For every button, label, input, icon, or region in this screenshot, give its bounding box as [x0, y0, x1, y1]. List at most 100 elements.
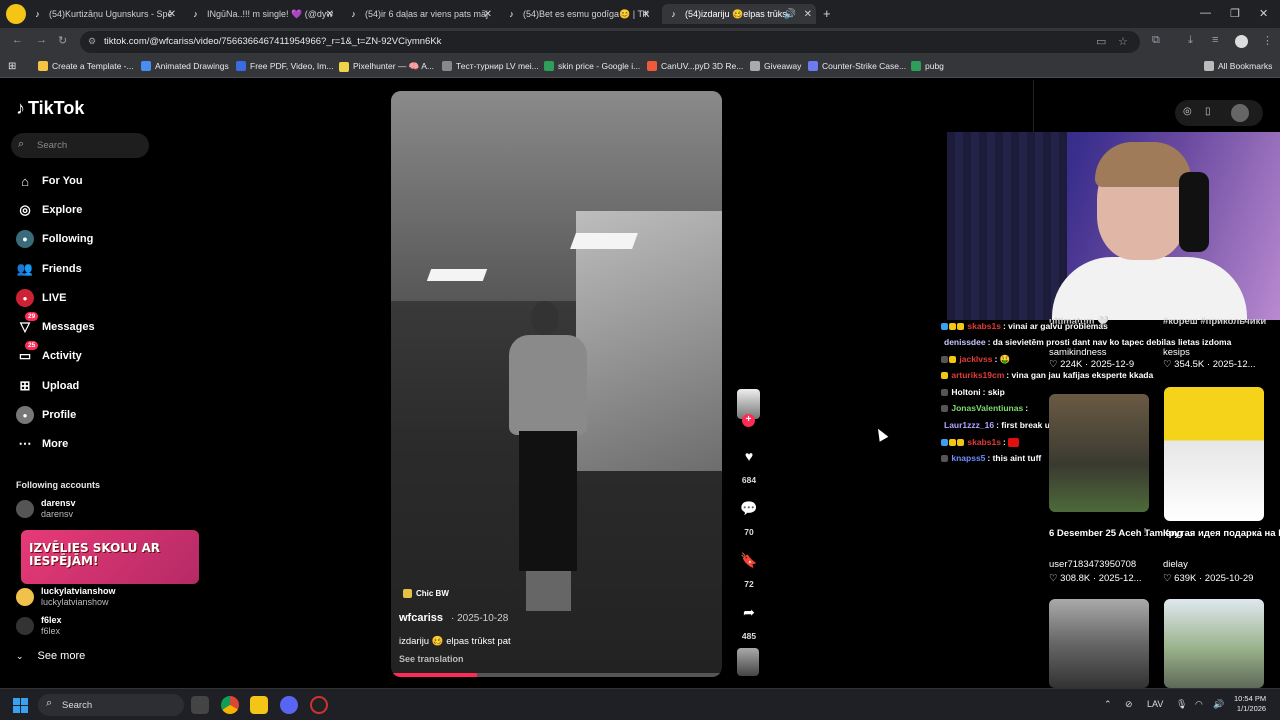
close-icon[interactable]: ✕	[642, 9, 650, 20]
rec-thumbnail[interactable]	[1164, 387, 1264, 521]
search-input[interactable]: ⌕ Search	[11, 133, 149, 158]
chrome-icon[interactable]	[221, 696, 239, 714]
close-icon[interactable]: ✕	[168, 9, 176, 20]
rec-thumbnail[interactable]	[1164, 599, 1264, 688]
account-avatar[interactable]	[1235, 35, 1248, 48]
comment-button[interactable]: 💬 70	[736, 495, 762, 538]
menu-icon[interactable]: ⋮	[1262, 34, 1273, 47]
language-indicator[interactable]: LAV	[1147, 699, 1163, 709]
see-more-button[interactable]: ⌄ See more	[16, 650, 85, 662]
video-author[interactable]: wfcariss	[399, 612, 443, 624]
music-tag[interactable]: Chic BW	[403, 589, 449, 598]
ad-text: IZVĒLIES SKOLU AR IESPĒJĀM!	[29, 541, 161, 568]
tiktok-note-icon: ♪	[16, 98, 25, 118]
download-icon[interactable]: ⤓	[1188, 34, 1193, 47]
windows-start-icon[interactable]	[13, 698, 28, 713]
tray-chevron-icon[interactable]: ⌃	[1104, 699, 1112, 710]
profile-avatar-icon[interactable]	[6, 4, 26, 24]
video-progress-bar[interactable]	[391, 673, 722, 677]
taskbar-search[interactable]: ⌕ Search	[38, 694, 184, 716]
extensions-icon[interactable]: ⧉	[1152, 34, 1160, 47]
site-info-icon[interactable]: ⚙	[88, 36, 96, 47]
user-avatar[interactable]	[1231, 104, 1249, 122]
tiktok-logo[interactable]: ♪ TikTok	[16, 98, 84, 119]
more-options-icon[interactable]: ⋮	[1140, 527, 1150, 538]
bookmark-item[interactable]: Pixelhunter — 🧠 A...	[339, 61, 434, 72]
tab-title: (54)ir 6 daļas ar viens pats māj	[365, 9, 489, 19]
browser-tab[interactable]: ♪ INgūNa..!!! m single! 💜 (@dyw ✕	[190, 4, 338, 24]
install-app-icon[interactable]: ▭	[1096, 35, 1106, 48]
browser-tab[interactable]: ♪ (54)ir 6 daļas ar viens pats māj ✕	[348, 4, 496, 24]
file-explorer-icon[interactable]	[250, 696, 268, 714]
network-icon[interactable]: ⊘	[1125, 699, 1133, 710]
rec-author[interactable]: dielay	[1163, 559, 1188, 570]
nav-friends[interactable]: 👥 Friends	[16, 259, 82, 279]
close-icon[interactable]: ✕	[804, 9, 812, 20]
nav-more[interactable]: ⋯ More	[16, 434, 69, 454]
rec-thumbnail[interactable]	[1049, 394, 1149, 512]
task-view-icon[interactable]	[191, 696, 209, 714]
close-icon[interactable]: ✕	[484, 9, 492, 20]
browser-tab[interactable]: ♪ (54)Kurtizāņu Ugunskurs - Spē ✕	[32, 4, 180, 24]
reload-icon[interactable]: ↻	[58, 34, 67, 47]
rec-thumbnail[interactable]	[1049, 599, 1149, 688]
minimize-icon[interactable]: —	[1200, 7, 1211, 19]
close-window-icon[interactable]: ✕	[1259, 7, 1268, 20]
video-frame-person	[501, 301, 591, 631]
bookmark-item[interactable]: Free PDF, Video, Im...	[236, 61, 333, 71]
like-button[interactable]: ♥ 684	[736, 443, 762, 485]
rec-author[interactable]: user7183473950708	[1049, 559, 1136, 570]
bookmark-item[interactable]: Animated Drawings	[141, 61, 229, 71]
microphone-icon[interactable]: 🎙	[1176, 699, 1187, 710]
more-options-icon[interactable]: ⋮	[1255, 527, 1265, 538]
video-player[interactable]: Chic BW wfcariss · 2025-10-28 izdariju 🥴…	[391, 91, 722, 677]
media-icon[interactable]: ≡	[1212, 34, 1218, 46]
badge-icon	[949, 323, 956, 331]
close-icon[interactable]: 🔊	[784, 9, 796, 20]
bookmark-item[interactable]: CanUV...pyD 3D Re...	[647, 61, 743, 71]
nav-profile[interactable]: ● Profile	[16, 405, 76, 425]
browser-tab-active[interactable]: ♪ (54)izdariju 🥴elpas trūkst 🔊 ✕	[662, 4, 816, 24]
url-field[interactable]: ⚙ tiktok.com/@wfcariss/video/75663664674…	[80, 31, 1140, 53]
bookmark-item[interactable]: Create a Template -...	[38, 61, 134, 71]
nav-messages[interactable]: ▽ 29 Messages	[16, 312, 95, 337]
save-button[interactable]: 🔖 72	[736, 547, 762, 590]
new-tab-button[interactable]: +	[823, 6, 831, 21]
restore-icon[interactable]: ❐	[1230, 7, 1240, 20]
wifi-icon[interactable]: ◠	[1195, 699, 1203, 710]
acoustic-panel	[947, 132, 1067, 320]
taskbar-clock[interactable]: 10:54 PM 1/1/2026	[1234, 694, 1266, 714]
share-button[interactable]: ➦ 485	[736, 599, 762, 642]
device-icon[interactable]: ▯	[1205, 106, 1211, 117]
home-icon: ⌂	[21, 173, 29, 189]
nav-activity[interactable]: ▭ 25 Activity	[16, 341, 82, 366]
forward-icon[interactable]: →	[36, 34, 47, 46]
music-disc[interactable]	[737, 648, 759, 676]
discord-icon[interactable]	[280, 696, 298, 714]
close-icon[interactable]: ✕	[326, 9, 334, 20]
bookmark-item[interactable]: Counter-Strike Case...	[808, 61, 906, 71]
browser-tab[interactable]: ♪ (54)Bet es esmu godīga😊 | Tik ✕	[506, 4, 654, 24]
all-bookmarks-button[interactable]: All Bookmarks	[1204, 61, 1272, 71]
heart-icon: ♥	[744, 448, 754, 464]
game-app-icon[interactable]	[310, 696, 328, 714]
nav-explore[interactable]: ◎ Explore	[16, 200, 82, 220]
volume-icon[interactable]: 🔊	[1213, 699, 1224, 710]
bookmark-item[interactable]: pubg	[911, 61, 944, 71]
nav-live[interactable]: ● LIVE	[16, 288, 66, 308]
nav-upload[interactable]: ⊞ Upload	[16, 376, 80, 396]
compass-icon[interactable]: ◎	[1183, 106, 1192, 117]
bookmark-item[interactable]: Тест-турнир LV mei...	[442, 61, 539, 71]
streamer-hair	[1095, 142, 1191, 187]
video-frame-light	[426, 269, 488, 281]
bookmark-item[interactable]: skin price - Google i...	[544, 61, 640, 71]
see-translation-link[interactable]: See translation	[399, 654, 464, 664]
bookmark-star-icon[interactable]: ☆	[1118, 35, 1128, 48]
follow-plus-icon[interactable]: +	[742, 414, 755, 427]
apps-icon[interactable]: ⊞	[8, 61, 16, 72]
nav-following[interactable]: ● Following	[16, 229, 93, 249]
ad-banner[interactable]: IZVĒLIES SKOLU AR IESPĒJĀM!	[21, 530, 199, 584]
nav-for-you[interactable]: ⌂ For You	[16, 171, 82, 191]
bookmark-item[interactable]: Giveaway	[750, 61, 801, 71]
back-icon[interactable]: ←	[12, 34, 23, 46]
